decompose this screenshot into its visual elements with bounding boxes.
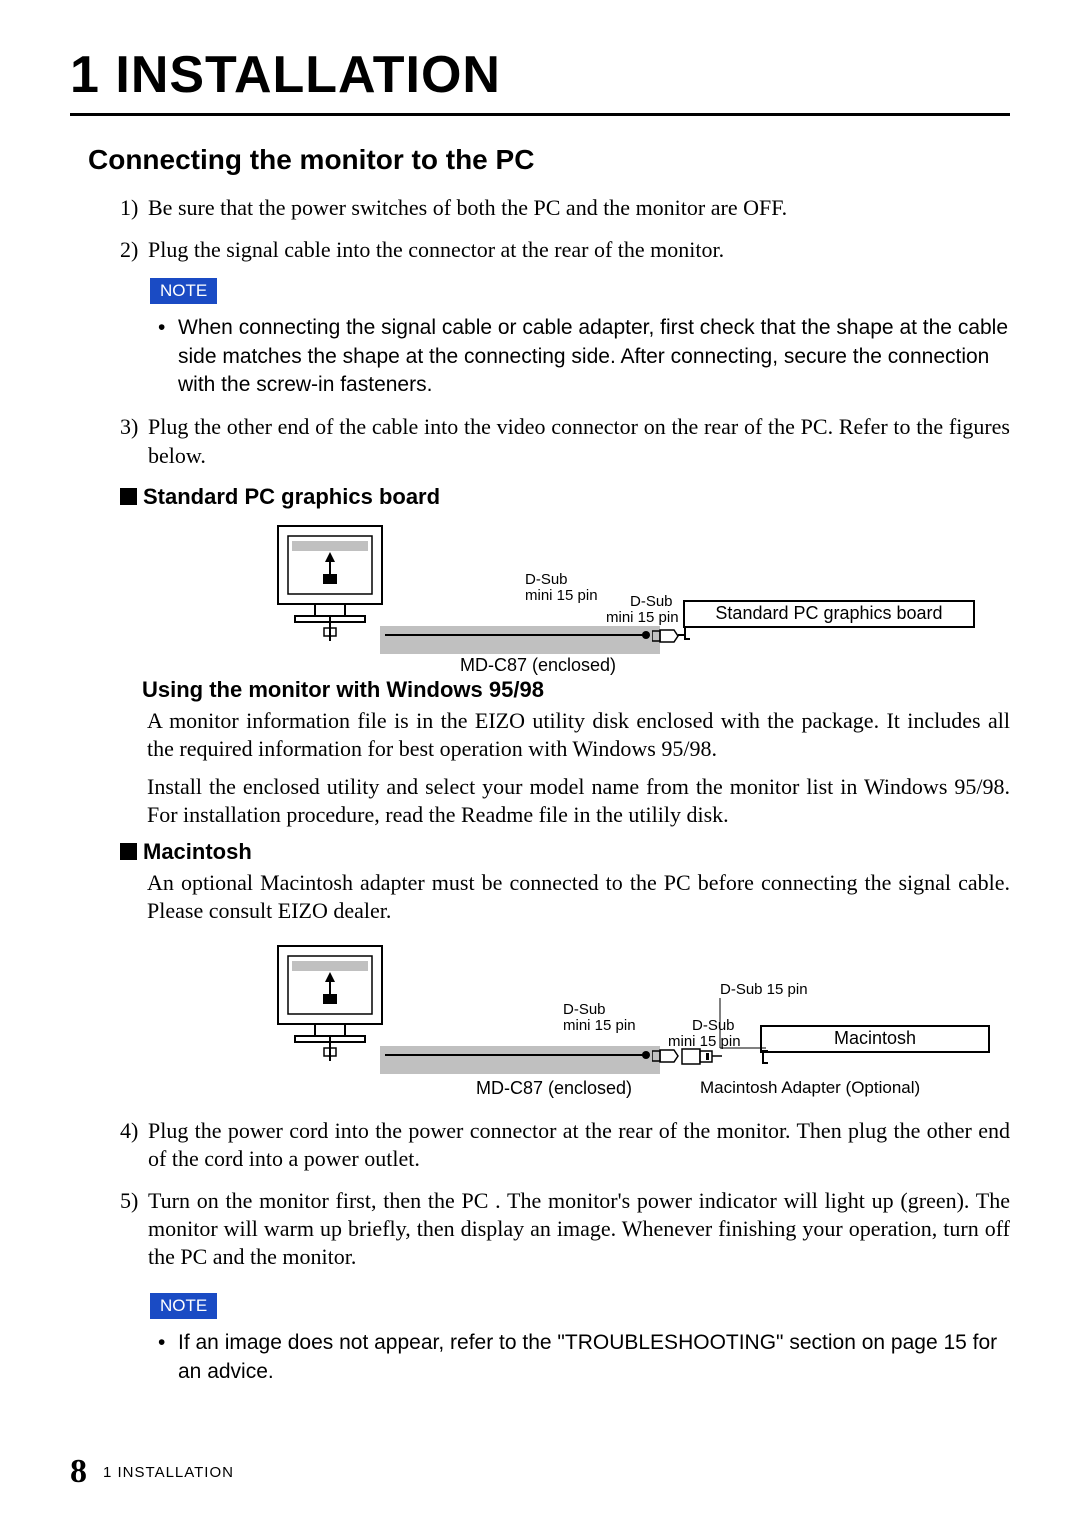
footer-section: 1 INSTALLATION [103, 1464, 234, 1481]
step-number: 5) [120, 1187, 148, 1271]
section-heading: Connecting the monitor to the PC [88, 144, 1010, 176]
footer: 8 1 INSTALLATION [70, 1453, 234, 1491]
step-text: Be sure that the power switches of both … [148, 194, 1010, 222]
step-text: Plug the other end of the cable into the… [148, 413, 1010, 469]
subheading-windows: Using the monitor with Windows 95/98 [142, 677, 1010, 703]
dsub-label-1b: mini 15 pin [563, 1018, 636, 1035]
note-text: If an image does not appear, refer to th… [178, 1329, 1010, 1386]
note-block-1: NOTE • When connecting the signal cable … [150, 278, 1010, 399]
note-text: When connecting the signal cable or cabl… [178, 314, 1010, 399]
step-number: 3) [120, 413, 148, 469]
subheading-text: Macintosh [143, 839, 252, 864]
cable-band [380, 1046, 660, 1074]
note-item: • If an image does not appear, refer to … [158, 1329, 1010, 1386]
connector-icon [652, 628, 682, 644]
step-text: Turn on the monitor first, then the PC .… [148, 1187, 1010, 1271]
cable-band [380, 626, 660, 654]
diagram-macintosh: Macintosh D-Sub 15 pin D-Sub mini 15 pin… [260, 936, 1010, 1111]
subheading-text: Standard PC graphics board [143, 484, 440, 509]
cable-line [385, 634, 645, 636]
subheading-macintosh: Macintosh [120, 839, 1010, 865]
mac-box-label: Macintosh [760, 1025, 990, 1053]
cable-line [385, 1054, 645, 1056]
dsub-label-1a: D-Sub [563, 1002, 606, 1019]
cable-plug [642, 631, 650, 639]
note-item: • When connecting the signal cable or ca… [158, 314, 1010, 399]
step-text: Plug the signal cable into the connector… [148, 236, 1010, 264]
note-label: NOTE [150, 1293, 217, 1319]
diagram-standard-pc: Standard PC graphics board D-Sub mini 15… [260, 516, 1010, 671]
pc-box-label: Standard PC graphics board [683, 600, 975, 628]
page-number: 8 [70, 1453, 87, 1491]
dsub-label-2b: mini 15 pin [606, 610, 679, 627]
step-5: 5) Turn on the monitor first, then the P… [120, 1187, 1010, 1271]
dsub-label-2b: mini 15 pin [668, 1034, 741, 1051]
monitor-icon [260, 936, 400, 1066]
note-block-2: NOTE • If an image does not appear, refe… [150, 1293, 1010, 1386]
dsub-label-2a: D-Sub [692, 1018, 735, 1035]
chapter-title: 1 INSTALLATION [70, 45, 1010, 116]
paragraph: An optional Macintosh adapter must be co… [147, 869, 1010, 925]
cable-plug [642, 1051, 650, 1059]
bracket-icon [762, 1050, 768, 1064]
square-bullet-icon [120, 488, 137, 505]
step-4: 4) Plug the power cord into the power co… [120, 1117, 1010, 1173]
step-number: 1) [120, 194, 148, 222]
step-2: 2) Plug the signal cable into the connec… [120, 236, 1010, 264]
note-label: NOTE [150, 278, 217, 304]
mdc-label: MD-C87 (enclosed) [476, 1078, 632, 1099]
step-number: 2) [120, 236, 148, 264]
paragraph: A monitor information file is in the EIZ… [147, 707, 1010, 763]
dsub-label-1b: mini 15 pin [525, 588, 598, 605]
bullet-icon: • [158, 314, 178, 399]
dsub-label-2a: D-Sub [630, 594, 673, 611]
paragraph: Install the enclosed utility and select … [147, 773, 1010, 829]
dsub-label-1a: D-Sub [525, 572, 568, 589]
step-1: 1) Be sure that the power switches of bo… [120, 194, 1010, 222]
step-number: 4) [120, 1117, 148, 1173]
subheading-standard-pc: Standard PC graphics board [120, 484, 1010, 510]
mac-adapter-label: Macintosh Adapter (Optional) [700, 1078, 920, 1098]
square-bullet-icon [120, 843, 137, 860]
monitor-icon [260, 516, 400, 646]
step-text: Plug the power cord into the power conne… [148, 1117, 1010, 1173]
step-3: 3) Plug the other end of the cable into … [120, 413, 1010, 469]
mdc-label: MD-C87 (enclosed) [460, 655, 616, 676]
bullet-icon: • [158, 1329, 178, 1386]
bracket-icon [684, 626, 690, 640]
